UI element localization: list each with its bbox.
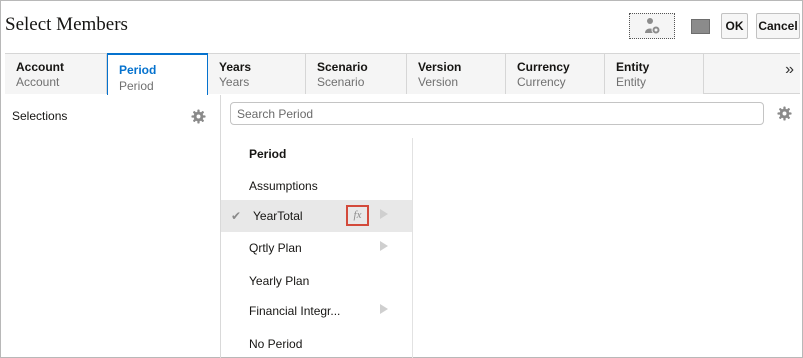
tab-entity[interactable]: Entity Entity	[605, 54, 704, 94]
select-members-dialog: Select Members OK Cancel Account Account…	[0, 0, 803, 358]
tab-label: Account	[16, 60, 64, 74]
expand-arrow-icon[interactable]	[380, 209, 388, 219]
list-header-label: Period	[249, 147, 287, 161]
view-toggle-button[interactable]	[688, 13, 712, 39]
list-item[interactable]: No Period	[221, 328, 412, 358]
tab-version[interactable]: Version Version	[407, 54, 506, 94]
search-input[interactable]	[230, 102, 764, 125]
tab-period[interactable]: Period Period	[107, 53, 208, 95]
gear-icon[interactable]	[777, 106, 792, 121]
tab-label: Entity	[616, 60, 650, 74]
tab-overflow-icon[interactable]: »	[785, 61, 794, 79]
tab-sublabel: Years	[219, 75, 250, 89]
expand-arrow-icon[interactable]	[380, 304, 388, 314]
list-item-label: No Period	[249, 337, 303, 351]
tab-sublabel: Entity	[616, 75, 647, 89]
member-list-header: Period	[221, 138, 412, 170]
ok-button[interactable]: OK	[721, 13, 748, 39]
tab-sublabel: Currency	[517, 75, 566, 89]
tab-label: Period	[119, 63, 157, 77]
tab-label: Scenario	[317, 60, 368, 74]
tab-sublabel: Period	[119, 79, 154, 93]
tab-account[interactable]: Account Account	[5, 54, 107, 94]
tab-scenario[interactable]: Scenario Scenario	[306, 54, 407, 94]
list-item-label: Assumptions	[249, 179, 318, 193]
selections-pane: Selections	[5, 96, 217, 358]
tab-label: Version	[418, 60, 462, 74]
title-bar: Select Members OK Cancel	[2, 2, 803, 48]
tab-years[interactable]: Years Years	[208, 54, 306, 94]
list-item[interactable]: Financial Integr...	[221, 295, 412, 327]
dimension-tabs: Account Account Period Period Years Year…	[5, 53, 800, 95]
tab-sublabel: Account	[16, 75, 60, 89]
check-icon: ✔	[231, 209, 242, 223]
selections-label: Selections	[12, 109, 68, 123]
tab-sublabel: Version	[418, 75, 459, 89]
expand-arrow-icon[interactable]	[380, 241, 388, 251]
list-item[interactable]: Qrtly Plan	[221, 232, 412, 264]
tab-label: Currency	[517, 60, 570, 74]
dialog-title: Select Members	[5, 14, 128, 35]
list-item[interactable]: Yearly Plan	[221, 265, 412, 297]
tab-sublabel: Scenario	[317, 75, 365, 89]
view-toggle-icon	[690, 18, 710, 34]
list-item[interactable]: ✔ YearTotal fx	[221, 200, 412, 232]
list-item[interactable]: Assumptions	[221, 170, 412, 202]
user-settings-icon	[645, 18, 661, 35]
list-item-label: Yearly Plan	[249, 274, 310, 288]
list-item-label: Financial Integr...	[249, 304, 341, 318]
gear-icon[interactable]	[191, 109, 206, 124]
cancel-button[interactable]: Cancel	[756, 13, 800, 39]
list-item-label: YearTotal	[253, 209, 303, 223]
list-item-label: Qrtly Plan	[249, 241, 302, 255]
tab-currency[interactable]: Currency Currency	[506, 54, 605, 94]
user-settings-button[interactable]	[629, 13, 675, 39]
function-icon[interactable]: fx	[346, 205, 369, 226]
member-list: Period Assumptions ✔ YearTotal fx Qrtly …	[221, 138, 413, 358]
tab-label: Years	[219, 60, 252, 74]
